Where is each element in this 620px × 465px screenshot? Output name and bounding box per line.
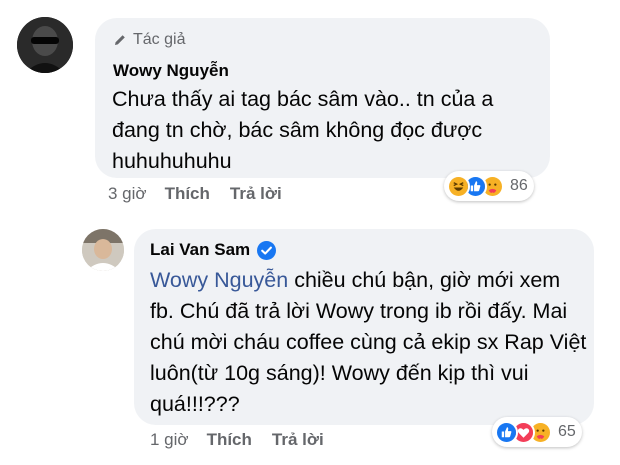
verified-badge-icon [257,240,277,260]
reply-button[interactable]: Trả lời [230,184,282,204]
reply-author-name[interactable]: Lai Van Sam [150,240,250,260]
reply-button[interactable]: Trả lời [272,430,324,450]
reaction-summary[interactable]: 65 [492,417,582,447]
avatar-image [82,229,124,271]
mention-link[interactable]: Wowy Nguyễn [150,268,288,292]
reaction-summary[interactable]: 86 [444,171,534,201]
reply-timestamp[interactable]: 1 giờ [150,430,189,450]
reaction-count: 86 [510,177,528,194]
comment-timestamp[interactable]: 3 giờ [108,184,147,204]
haha-icon [447,174,470,198]
avatar-image [17,17,73,73]
reply-text: Wowy Nguyễn chiều chú bận, giờ mới xem f… [150,265,590,420]
author-badge-label: Tác giả [133,31,186,48]
like-button[interactable]: Thích [165,184,210,204]
comment-bubble: Tác giả Wowy Nguyễn Chưa thấy ai tag bác… [95,18,550,178]
reply-bubble: Lai Van Sam Wowy Nguyễn chiều chú bận, g… [134,229,594,425]
reply-author: Lai Van Sam [150,240,277,260]
avatar-wowy[interactable] [17,17,73,73]
pencil-icon [115,35,125,45]
comment-actions: 3 giờ Thích Trả lời [108,184,302,204]
author-badge: Tác giả [113,31,185,49]
like-button[interactable]: Thích [207,430,252,450]
reaction-count: 65 [558,423,576,440]
comment-text: Chưa thấy ai tag bác sâm vào.. tn của a … [112,87,494,173]
reply-actions: 1 giờ Thích Trả lời [150,430,344,450]
avatar-lai-van-sam[interactable] [82,229,124,271]
comment-author-name[interactable]: Wowy Nguyễn [113,61,229,81]
like-icon [495,420,518,444]
